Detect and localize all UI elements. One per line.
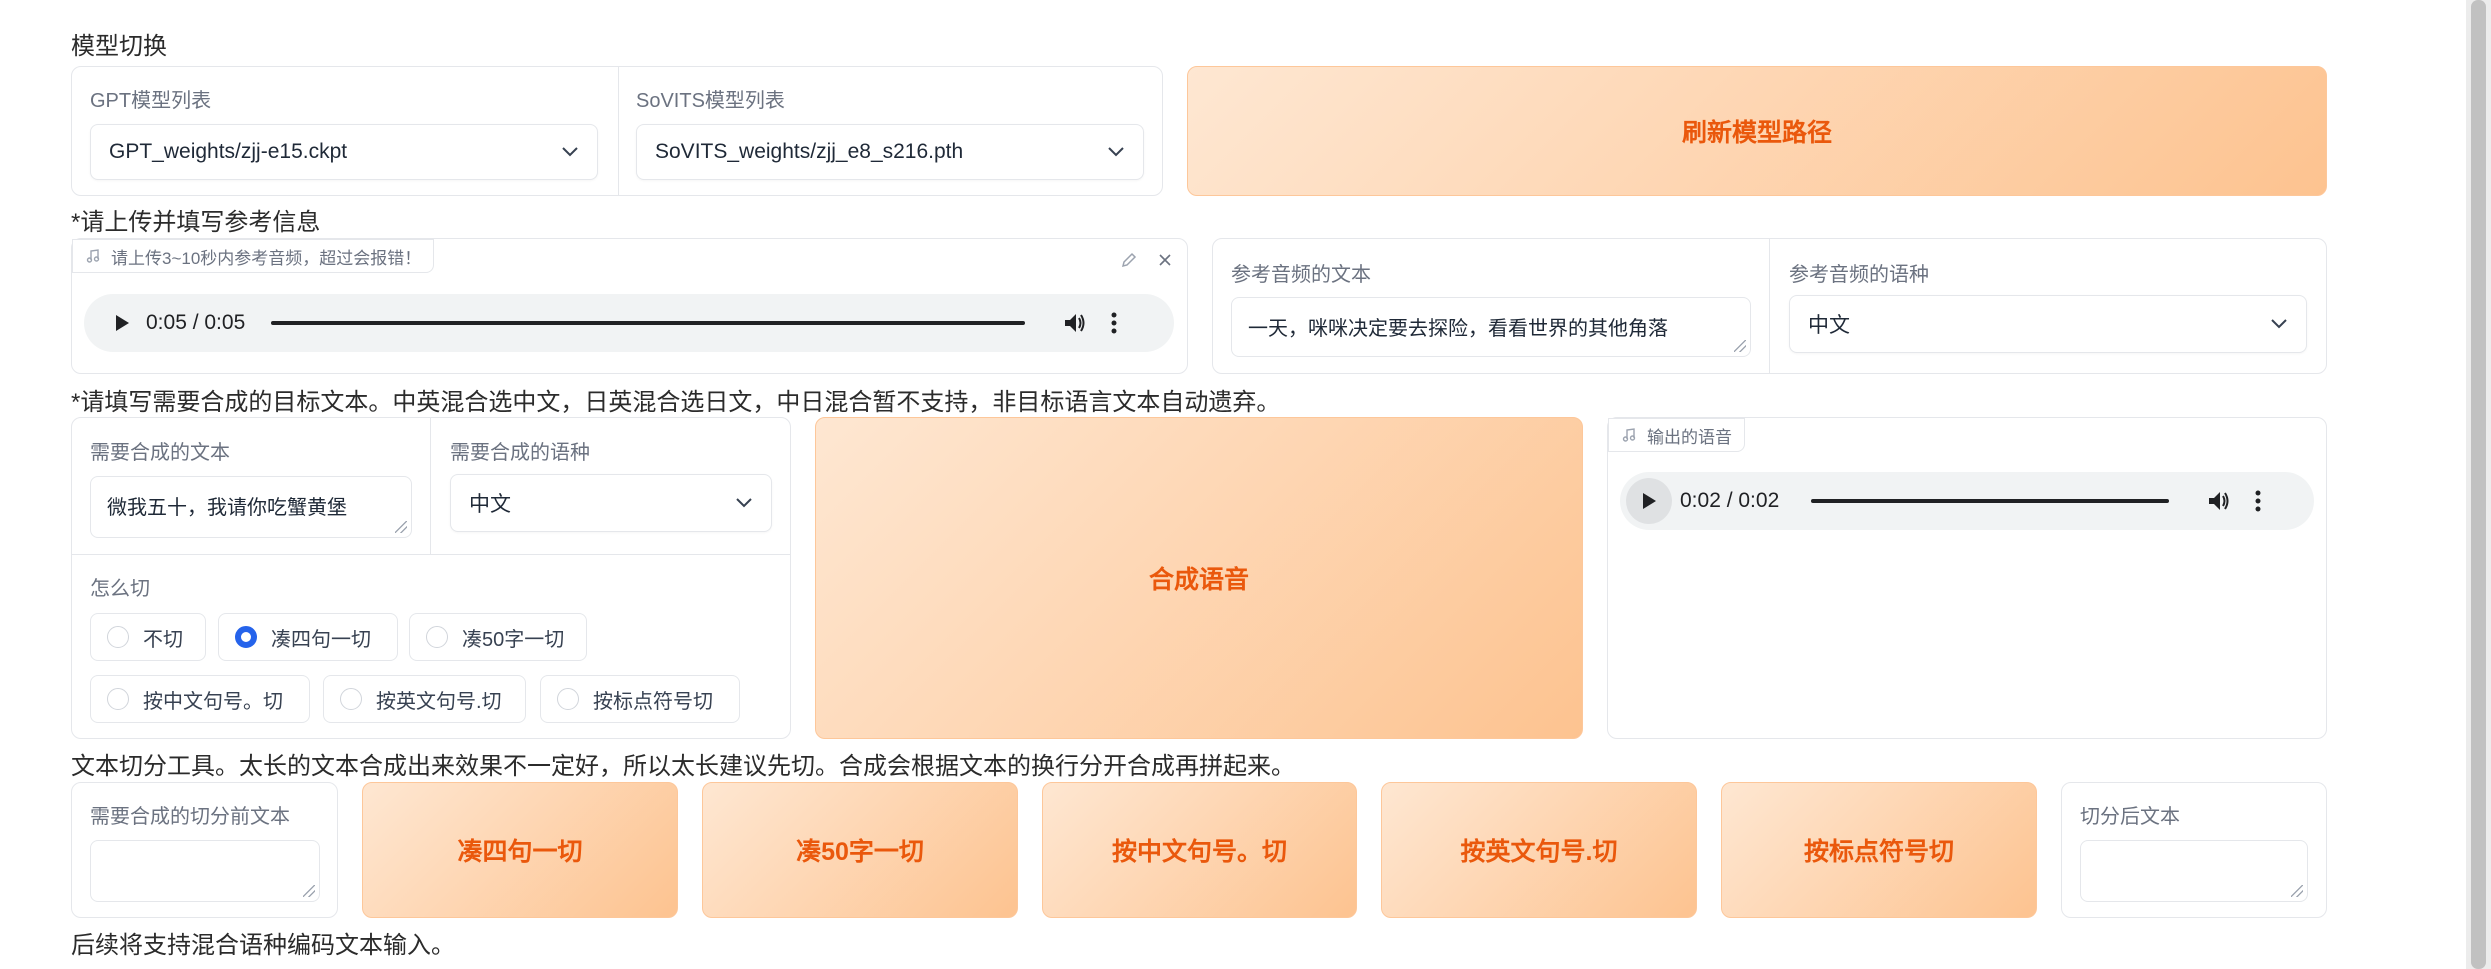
cut-option-label: 凑四句一切	[271, 628, 371, 651]
reference-audio-tag-text: 请上传3~10秒内参考音频，超过会报错！	[111, 248, 422, 268]
splitter-heading: 文本切分工具。太长的文本合成出来效果不一定好，所以太长建议先切。合成会根据文本的…	[71, 753, 1295, 780]
resize-handle-icon[interactable]	[1734, 340, 1746, 352]
play-icon[interactable]	[1626, 478, 1672, 524]
resize-handle-icon[interactable]	[395, 521, 407, 533]
output-audio-player[interactable]: 0:02 / 0:02	[1620, 472, 2314, 530]
split-output-label: 切分后文本	[2080, 806, 2180, 828]
cut-option-label: 凑50字一切	[462, 628, 565, 651]
reference-audio-player[interactable]: 0:05 / 0:05	[84, 294, 1174, 352]
cut-option-label: 按英文句号.切	[376, 690, 502, 713]
more-options-icon[interactable]	[2255, 490, 2261, 512]
synthesize-button[interactable]: 合成语音	[815, 417, 1583, 739]
target-lang-label: 需要合成的语种	[450, 442, 590, 464]
divider	[618, 67, 619, 195]
cut-option-label: 不切	[143, 628, 183, 651]
chevron-down-icon	[561, 146, 579, 158]
cut-option-label: 按标点符号切	[593, 690, 713, 713]
reference-text-value: 一天，咪咪决定要去探险，看看世界的其他角落	[1248, 318, 1668, 340]
gpt-model-label: GPT模型列表	[90, 90, 212, 112]
gpt-model-select[interactable]: GPT_weights/zjj-e15.ckpt	[90, 124, 598, 180]
output-audio-time: 0:02 / 0:02	[1680, 489, 1780, 512]
reference-audio-tag: 请上传3~10秒内参考音频，超过会报错！	[72, 239, 435, 273]
music-note-icon	[85, 248, 101, 264]
volume-icon[interactable]	[1063, 312, 1087, 334]
target-lang-select[interactable]: 中文	[450, 474, 772, 532]
radio-icon	[107, 626, 129, 648]
gpt-model-value: GPT_weights/zjj-e15.ckpt	[109, 140, 348, 163]
chevron-down-icon	[1107, 146, 1125, 158]
split-punctuation-button[interactable]: 按标点符号切	[1721, 782, 2037, 918]
split-input-label: 需要合成的切分前文本	[90, 806, 290, 828]
model-heading: 模型切换	[71, 33, 167, 60]
cut-option-english-period[interactable]: 按英文句号.切	[323, 675, 526, 723]
cut-method-label: 怎么切	[90, 578, 150, 600]
reference-heading: *请上传并填写参考信息	[71, 209, 321, 236]
split-english-period-button[interactable]: 按英文句号.切	[1381, 782, 1697, 918]
output-audio-panel	[1607, 417, 2327, 739]
target-text-value: 微我五十，我请你吃蟹黄堡	[107, 497, 347, 519]
divider	[430, 418, 431, 554]
radio-icon	[340, 688, 362, 710]
output-audio-progress[interactable]	[1811, 499, 2170, 503]
music-note-icon	[1621, 427, 1637, 443]
sovits-model-label: SoVITS模型列表	[636, 90, 785, 112]
reference-text-label: 参考音频的文本	[1231, 264, 1371, 286]
chevron-down-icon	[735, 497, 753, 509]
cut-option-label: 按中文句号。切	[143, 690, 283, 713]
chevron-down-icon	[2270, 318, 2288, 330]
play-icon[interactable]	[114, 314, 130, 332]
cut-option-punctuation[interactable]: 按标点符号切	[540, 675, 740, 723]
split-output-textarea[interactable]	[2080, 840, 2308, 902]
resize-handle-icon[interactable]	[2291, 885, 2303, 897]
target-lang-value: 中文	[469, 493, 511, 516]
target-text-label: 需要合成的文本	[90, 442, 230, 464]
divider	[1769, 239, 1770, 373]
reference-text-input[interactable]: 一天，咪咪决定要去探险，看看世界的其他角落	[1231, 297, 1751, 357]
cut-option-fifty-chars[interactable]: 凑50字一切	[409, 613, 587, 661]
volume-icon[interactable]	[2207, 490, 2231, 512]
reference-audio-progress[interactable]	[271, 321, 1026, 325]
radio-checked-icon	[235, 626, 257, 648]
reference-lang-value: 中文	[1808, 314, 1850, 337]
divider	[72, 554, 790, 555]
split-input-textarea[interactable]	[90, 840, 320, 902]
split-fifty-chars-button[interactable]: 凑50字一切	[702, 782, 1018, 918]
reference-lang-select[interactable]: 中文	[1789, 295, 2307, 353]
reference-audio-time: 0:05 / 0:05	[146, 311, 246, 334]
sovits-model-select[interactable]: SoVITS_weights/zjj_e8_s216.pth	[636, 124, 1144, 180]
radio-icon	[557, 688, 579, 710]
target-text-input[interactable]: 微我五十，我请你吃蟹黄堡	[90, 476, 412, 538]
edit-icon[interactable]	[1116, 247, 1142, 273]
resize-handle-icon[interactable]	[303, 885, 315, 897]
scrollbar-thumb[interactable]	[2471, 0, 2486, 969]
cut-option-chinese-period[interactable]: 按中文句号。切	[90, 675, 310, 723]
split-chinese-period-button[interactable]: 按中文句号。切	[1042, 782, 1357, 918]
scrollbar-track[interactable]	[2466, 0, 2491, 969]
output-audio-tag: 输出的语音	[1608, 418, 1745, 452]
output-audio-tag-text: 输出的语音	[1647, 427, 1732, 447]
radio-icon	[107, 688, 129, 710]
sovits-model-value: SoVITS_weights/zjj_e8_s216.pth	[655, 140, 964, 163]
more-options-icon[interactable]	[1111, 312, 1117, 334]
close-icon[interactable]	[1152, 247, 1178, 273]
radio-icon	[426, 626, 448, 648]
refresh-models-button[interactable]: 刷新模型路径	[1187, 66, 2327, 196]
target-heading: *请填写需要合成的目标文本。中英混合选中文，日英混合选日文，中日混合暂不支持，非…	[71, 389, 1281, 416]
footer-note: 后续将支持混合语种编码文本输入。	[71, 932, 455, 959]
split-four-sentences-button[interactable]: 凑四句一切	[362, 782, 678, 918]
cut-option-none[interactable]: 不切	[90, 613, 206, 661]
cut-option-four-sentences[interactable]: 凑四句一切	[218, 613, 398, 661]
reference-lang-label: 参考音频的语种	[1789, 264, 1929, 286]
